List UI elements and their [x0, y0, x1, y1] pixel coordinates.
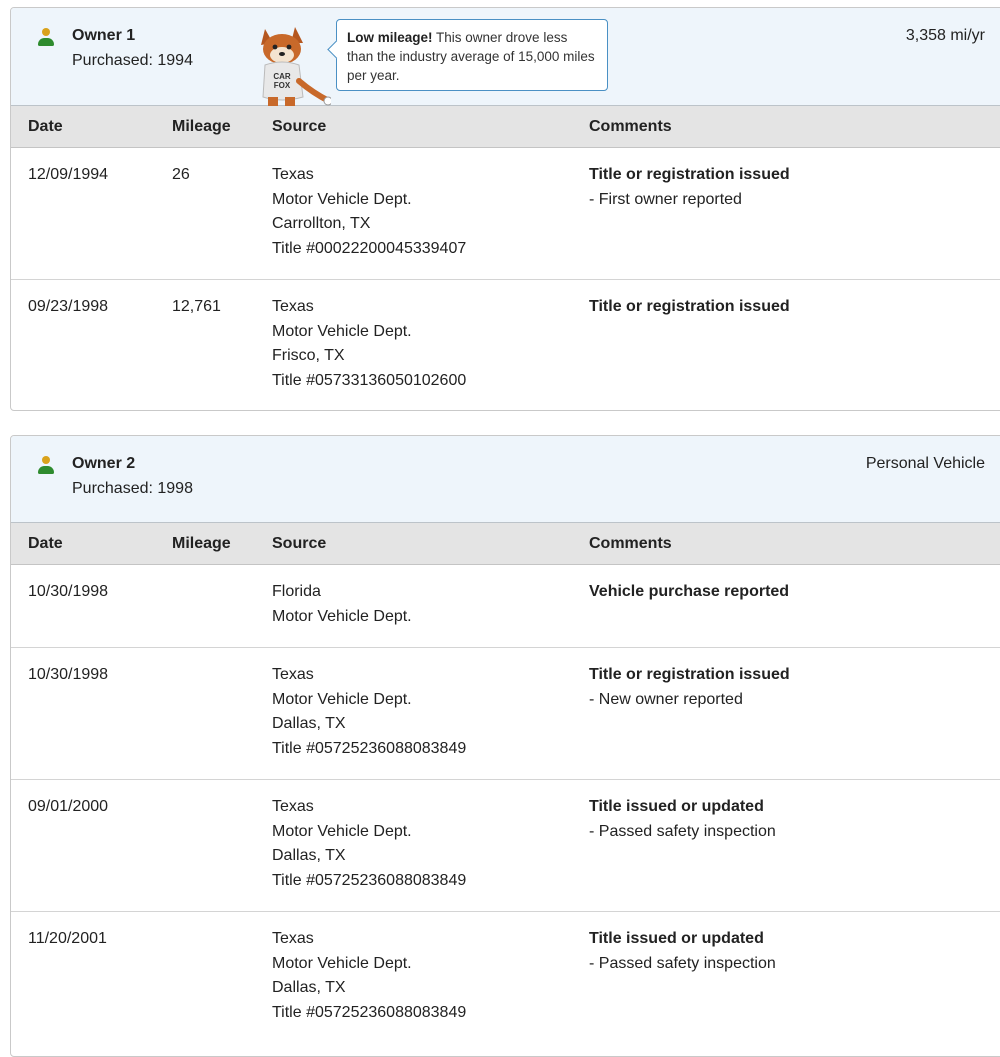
row-date: 12/09/1994	[28, 166, 109, 183]
owner-name: Owner 2	[72, 455, 136, 472]
source-title: Title #05725236088083849	[272, 1003, 467, 1021]
row-source: Texas Motor Vehicle Dept. Frisco, TX Tit…	[272, 295, 466, 393]
table-row: 10/30/1998 Florida Motor Vehicle Dept. V…	[11, 565, 1000, 648]
row-comments: Vehicle purchase reported	[589, 580, 789, 605]
source-state: Texas	[272, 166, 314, 183]
table-row: 09/23/1998 12,761 Texas Motor Vehicle De…	[11, 280, 1000, 410]
source-agency: Motor Vehicle Dept.	[272, 190, 412, 208]
source-agency: Motor Vehicle Dept.	[272, 822, 412, 840]
source-agency: Motor Vehicle Dept.	[272, 322, 412, 340]
source-state: Texas	[272, 798, 314, 815]
row-mileage: 12,761	[172, 298, 221, 315]
row-date: 09/01/2000	[28, 798, 109, 815]
table-header: Date Mileage Source Comments	[11, 523, 1000, 565]
row-source: Florida Motor Vehicle Dept.	[272, 580, 412, 629]
source-title: Title #05725236088083849	[272, 871, 467, 889]
purchased-year: Purchased: 1994	[72, 52, 193, 69]
source-title: Title #00022200045339407	[272, 239, 467, 257]
source-state: Texas	[272, 666, 314, 683]
mileage-per-year: 3,358 mi/yr	[905, 27, 985, 44]
row-source: Texas Motor Vehicle Dept. Carrollton, TX…	[272, 163, 466, 261]
col-mileage: Mileage	[172, 118, 231, 135]
comment-title: Title or registration issued	[589, 166, 790, 183]
source-city: Dallas, TX	[272, 715, 346, 732]
row-source: Texas Motor Vehicle Dept. Dallas, TX Tit…	[272, 927, 466, 1025]
owner-2-card: Owner 2 Purchased: 1998 Personal Vehicle…	[10, 435, 1000, 1057]
source-title: Title #05733136050102600	[272, 371, 467, 389]
table-row: 11/20/2001 Texas Motor Vehicle Dept. Dal…	[11, 912, 1000, 1043]
source-state: Florida	[272, 583, 321, 600]
comment-title: Title issued or updated	[589, 798, 764, 815]
owner-1-card: Owner 1 Purchased: 1994 CAR FOX Low mile…	[10, 7, 1000, 411]
comment-title: Title issued or updated	[589, 930, 764, 947]
source-agency: Motor Vehicle Dept.	[272, 607, 412, 625]
shirt-text-line2: FOX	[274, 81, 291, 90]
row-comments: Title issued or updated - Passed safety …	[589, 927, 776, 976]
owner-header: Owner 1 Purchased: 1994 CAR FOX Low mile…	[11, 8, 1000, 106]
source-agency: Motor Vehicle Dept.	[272, 690, 412, 708]
person-icon	[37, 28, 55, 48]
person-icon	[37, 456, 55, 476]
purchased-year: Purchased: 1998	[72, 480, 193, 497]
row-comments: Title issued or updated - Passed safety …	[589, 795, 776, 844]
table-row: 09/01/2000 Texas Motor Vehicle Dept. Dal…	[11, 780, 1000, 912]
carfox-mascot-icon: CAR FOX	[261, 27, 331, 106]
source-city: Carrollton, TX	[272, 215, 371, 232]
row-comments: Title or registration issued	[589, 295, 790, 320]
row-mileage: 26	[172, 166, 190, 183]
row-date: 09/23/1998	[28, 298, 109, 315]
low-mileage-callout: Low mileage! This owner drove less than …	[327, 19, 608, 91]
row-comments: Title or registration issued - First own…	[589, 163, 790, 212]
source-city: Frisco, TX	[272, 347, 345, 364]
source-city: Dallas, TX	[272, 979, 346, 996]
vehicle-use-type: Personal Vehicle	[865, 455, 985, 472]
col-comments: Comments	[589, 535, 672, 552]
col-date: Date	[28, 535, 63, 552]
row-comments: Title or registration issued - New owner…	[589, 663, 790, 712]
comment-detail: - New owner reported	[589, 690, 743, 708]
row-source: Texas Motor Vehicle Dept. Dallas, TX Tit…	[272, 663, 466, 761]
owner-header: Owner 2 Purchased: 1998 Personal Vehicle	[11, 436, 1000, 523]
comment-title: Title or registration issued	[589, 298, 790, 315]
col-mileage: Mileage	[172, 535, 231, 552]
owner-name: Owner 1	[72, 27, 136, 44]
col-date: Date	[28, 118, 63, 135]
table-row: 10/30/1998 Texas Motor Vehicle Dept. Dal…	[11, 648, 1000, 780]
col-source: Source	[272, 118, 327, 135]
comment-title: Vehicle purchase reported	[589, 583, 790, 600]
callout-bold: Low mileage!	[347, 30, 433, 45]
comment-title: Title or registration issued	[589, 666, 790, 683]
table-header: Date Mileage Source Comments	[11, 106, 1000, 148]
row-source: Texas Motor Vehicle Dept. Dallas, TX Tit…	[272, 795, 466, 893]
row-date: 11/20/2001	[28, 930, 107, 947]
source-state: Texas	[272, 298, 314, 315]
source-state: Texas	[272, 930, 314, 947]
shirt-text-line1: CAR	[273, 72, 291, 81]
comment-detail: - First owner reported	[589, 190, 742, 208]
source-city: Dallas, TX	[272, 847, 346, 864]
source-agency: Motor Vehicle Dept.	[272, 954, 412, 972]
table-row: 12/09/1994 26 Texas Motor Vehicle Dept. …	[11, 148, 1000, 280]
col-comments: Comments	[589, 118, 672, 135]
row-date: 10/30/1998	[28, 583, 109, 600]
source-title: Title #05725236088083849	[272, 739, 467, 757]
comment-detail: - Passed safety inspection	[589, 954, 776, 972]
row-date: 10/30/1998	[28, 666, 109, 683]
col-source: Source	[272, 535, 327, 552]
comment-detail: - Passed safety inspection	[589, 822, 776, 840]
